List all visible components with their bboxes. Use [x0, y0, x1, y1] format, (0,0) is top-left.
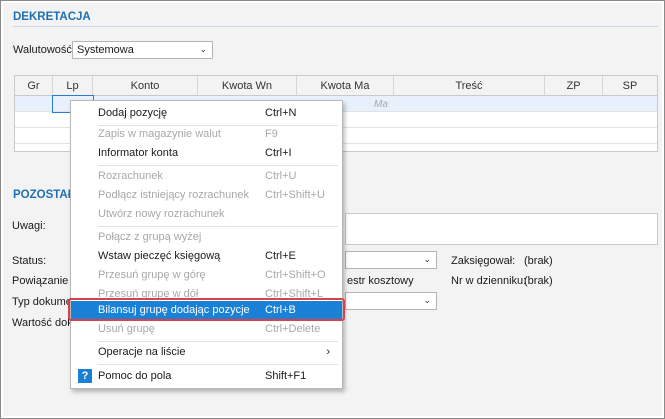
menu-item-label: Rozrachunek: [98, 170, 163, 182]
column-header-kwota-wn[interactable]: Kwota Wn: [198, 76, 297, 96]
highlight-outline: [68, 298, 345, 321]
menu-item-operacje-na-liscie[interactable]: Operacje na liście ›: [71, 343, 342, 362]
zaksiegowal-label: Zaksięgował:: [451, 255, 516, 267]
menu-item-pomoc-do-pola[interactable]: ? Pomoc do pola Shift+F1: [71, 367, 342, 386]
menu-item-label: Informator konta: [98, 147, 179, 159]
powiazanie-label: Powiązanie V: [12, 275, 79, 287]
typ-dokumentu-select[interactable]: ⌄: [345, 292, 437, 310]
menu-item-shortcut: Ctrl+E: [265, 250, 296, 262]
column-header-lp[interactable]: Lp: [53, 76, 93, 96]
menu-item-label: Pomoc do pola: [98, 370, 172, 382]
column-header-zp[interactable]: ZP: [545, 76, 603, 96]
rejestr-label: estr kosztowy: [347, 275, 414, 287]
amount-ma-placeholder: Ma: [374, 99, 388, 110]
column-header-tresc[interactable]: Treść: [394, 76, 545, 96]
menu-item-label: Podłącz istniejący rozrachunek: [98, 189, 250, 201]
menu-item-label: Połącz z grupą wyżej: [98, 231, 202, 243]
chevron-down-icon: ⌄: [199, 44, 207, 54]
menu-item-zapis-w-magazynie-walut[interactable]: Zapis w magazynie walut F9: [71, 125, 342, 144]
menu-item-shortcut: Ctrl+Shift+O: [265, 269, 326, 281]
status-label: Status:: [12, 255, 47, 267]
uwagi-field[interactable]: [345, 213, 658, 245]
menu-item-shortcut: Ctrl+I: [265, 147, 292, 159]
menu-item-label: Operacje na liście: [98, 346, 186, 358]
menu-item-wstaw-pieczec[interactable]: Wstaw pieczęć księgową Ctrl+E: [71, 247, 342, 266]
menu-item-shortcut: Ctrl+Delete: [265, 323, 321, 335]
column-header-kwota-ma[interactable]: Kwota Ma: [297, 76, 394, 96]
uwagi-label: Uwagi:: [12, 220, 46, 232]
menu-item-shortcut: Ctrl+N: [265, 107, 297, 119]
currency-select[interactable]: Systemowa ⌄: [72, 41, 213, 59]
menu-item-usun-grupe[interactable]: Usuń grupę Ctrl+Delete: [71, 320, 342, 339]
nr-dziennik-value: (brak): [524, 275, 553, 287]
section-divider: [13, 26, 658, 27]
menu-item-label: Przesuń grupę w górę: [98, 269, 206, 281]
menu-item-shortcut: Ctrl+U: [265, 170, 297, 182]
menu-item-podlacz-rozrachunek[interactable]: Podłącz istniejący rozrachunek Ctrl+Shif…: [71, 186, 342, 205]
help-icon: ?: [78, 369, 92, 383]
context-menu: Dodaj pozycję Ctrl+N Zapis w magazynie w…: [70, 100, 343, 389]
column-header-gr[interactable]: Gr: [15, 76, 53, 96]
menu-item-label: Zapis w magazynie walut: [98, 128, 221, 140]
currency-value: Systemowa: [77, 44, 134, 56]
menu-item-shortcut: Ctrl+Shift+U: [265, 189, 325, 201]
window-frame: DEKRETACJA Walutowość: Systemowa ⌄ Gr Lp…: [0, 0, 665, 419]
menu-item-shortcut: F9: [265, 128, 278, 140]
menu-item-rozrachunek[interactable]: Rozrachunek Ctrl+U: [71, 167, 342, 186]
menu-item-label: Usuń grupę: [98, 323, 155, 335]
menu-item-utworz-rozrachunek[interactable]: Utwórz nowy rozrachunek: [71, 205, 342, 224]
chevron-down-icon: ⌄: [423, 254, 431, 264]
menu-item-shortcut: Shift+F1: [265, 370, 307, 382]
zaksiegowal-value: (brak): [524, 255, 553, 267]
status-select[interactable]: ⌄: [345, 251, 437, 269]
nr-dziennik-label: Nr w dzienniku:: [451, 275, 527, 287]
menu-item-polacz-z-grupa[interactable]: Połącz z grupą wyżej: [71, 228, 342, 247]
column-header-konto[interactable]: Konto: [93, 76, 198, 96]
chevron-down-icon: ⌄: [423, 295, 431, 305]
menu-item-przesun-w-gore[interactable]: Przesuń grupę w górę Ctrl+Shift+O: [71, 266, 342, 285]
currency-label: Walutowość:: [13, 44, 75, 56]
menu-item-label: Wstaw pieczęć księgową: [98, 250, 221, 262]
menu-separator: [98, 165, 338, 166]
menu-item-label: Utwórz nowy rozrachunek: [98, 208, 225, 220]
menu-item-label: Dodaj pozycję: [98, 107, 168, 119]
column-header-sp[interactable]: SP: [603, 76, 657, 96]
chevron-right-icon: ›: [326, 346, 330, 358]
section-title-pozostale: POZOSTAŁ: [13, 189, 75, 201]
menu-separator: [98, 364, 338, 365]
section-title-dekretacja: DEKRETACJA: [13, 11, 91, 23]
menu-item-informator-konta[interactable]: Informator konta Ctrl+I: [71, 144, 342, 163]
menu-item-dodaj-pozycje[interactable]: Dodaj pozycję Ctrl+N: [71, 104, 342, 123]
menu-separator: [98, 341, 338, 342]
menu-separator: [98, 226, 338, 227]
